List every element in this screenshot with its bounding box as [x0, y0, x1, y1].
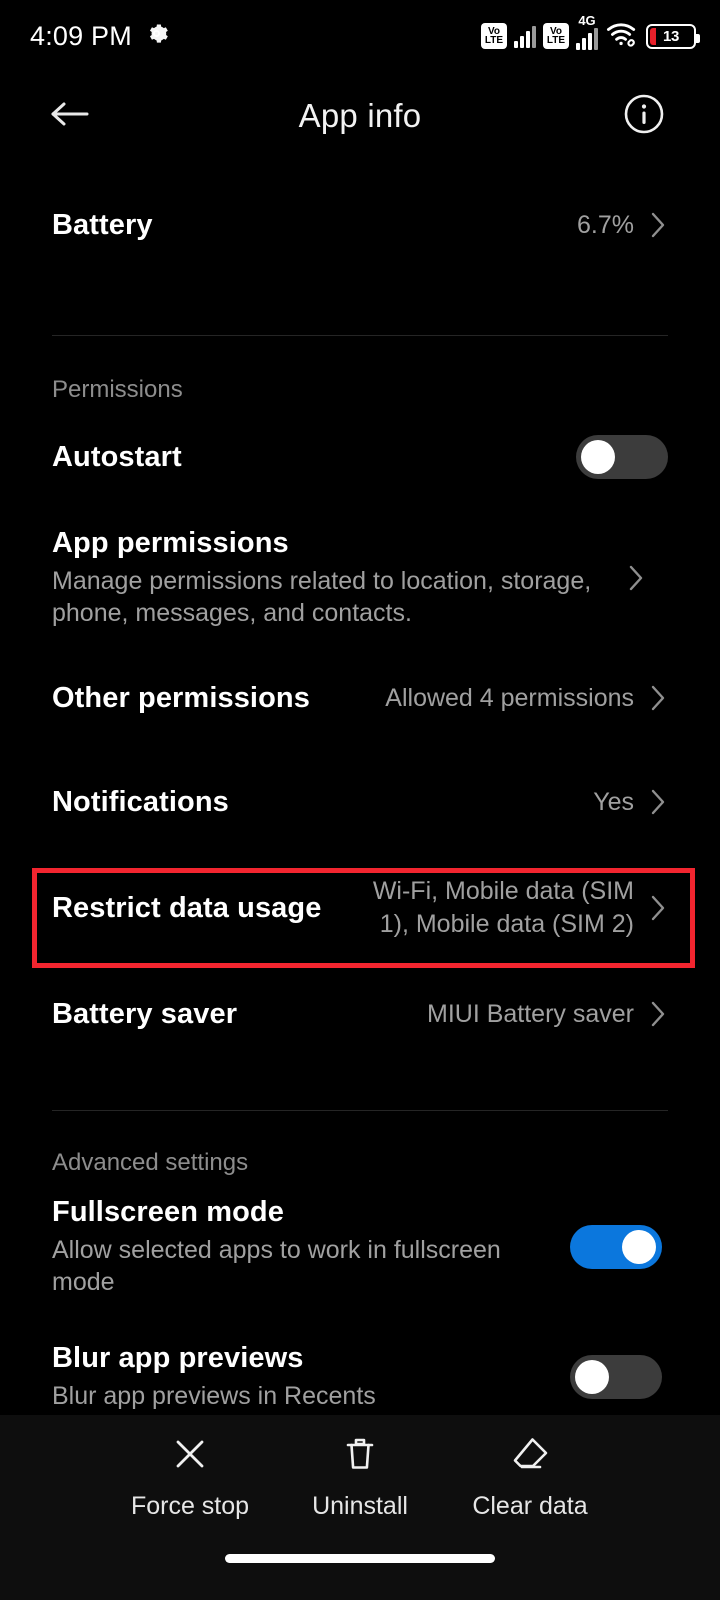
trash-icon — [340, 1434, 380, 1479]
uninstall-button[interactable]: Uninstall — [275, 1434, 445, 1521]
row-blur-app-previews-subtitle: Blur app previews in Recents — [52, 1381, 376, 1410]
row-battery-saver-value: MIUI Battery saver — [427, 999, 634, 1028]
blur-app-previews-toggle-knob — [575, 1360, 609, 1394]
force-stop-label: Force stop — [130, 1492, 250, 1520]
chevron-right-icon — [626, 563, 646, 593]
row-battery-title: Battery — [52, 208, 153, 241]
signal-bars-sim1-icon — [514, 24, 536, 48]
row-battery-saver[interactable]: Battery saver MIUI Battery saver — [0, 962, 720, 1066]
bottom-action-bar: Force stop Uninstall Clear data — [0, 1415, 720, 1600]
row-app-permissions-subtitle: Manage permissions related to location, … — [52, 566, 592, 628]
home-gesture-bar[interactable] — [225, 1554, 495, 1563]
status-bar-right: Vo LTE Vo LTE 4G 13 — [481, 14, 700, 52]
row-other-permissions-texts: Other permissions — [52, 682, 367, 715]
row-notifications[interactable]: Notifications Yes — [0, 750, 720, 854]
row-battery[interactable]: Battery 6.7% — [0, 160, 720, 290]
battery-percent-label: 13 — [662, 27, 680, 45]
app-info-screen: 4:09 PM Vo LTE Vo LTE 4G 13 App info Bat… — [0, 0, 720, 1600]
row-app-permissions-texts: App permissions Manage permissions relat… — [52, 527, 612, 630]
row-restrict-data-usage-value: Wi-Fi, Mobile data (SIM 1), Mobile data … — [372, 877, 634, 938]
row-notifications-value: Yes — [593, 787, 634, 816]
wifi-icon — [605, 21, 639, 52]
clear-data-label: Clear data — [472, 1492, 588, 1520]
info-icon — [622, 92, 666, 141]
status-bar-clock: 4:09 PM — [30, 20, 132, 51]
page-title: App info — [298, 97, 422, 134]
row-restrict-data-usage-texts: Restrict data usage — [52, 892, 326, 925]
row-notifications-title: Notifications — [52, 785, 229, 818]
row-app-permissions[interactable]: App permissions Manage permissions relat… — [0, 510, 720, 646]
fullscreen-mode-toggle[interactable] — [570, 1225, 662, 1269]
gesture-bar-area — [0, 1554, 720, 1600]
section-header-permissions: Permissions — [52, 376, 183, 403]
chevron-right-icon — [648, 787, 668, 817]
row-autostart-title: Autostart — [52, 440, 182, 473]
row-battery-value: 6.7% — [577, 210, 634, 239]
clear-data-button[interactable]: Clear data — [445, 1434, 615, 1521]
row-blur-app-previews-texts: Blur app previews Blur app previews in R… — [52, 1342, 552, 1413]
bottom-actions: Force stop Uninstall Clear data — [0, 1415, 720, 1554]
row-battery-saver-texts: Battery saver — [52, 998, 409, 1031]
row-fullscreen-mode-subtitle: Allow selected apps to work in fullscree… — [52, 1235, 501, 1297]
volte-sim1-icon: Vo LTE — [481, 23, 507, 49]
force-stop-button[interactable]: Force stop — [105, 1434, 275, 1521]
chevron-right-icon — [648, 893, 668, 923]
settings-list[interactable]: Battery 6.7% Permissions Autostart App p… — [0, 160, 720, 1600]
fullscreen-mode-toggle-knob — [622, 1230, 656, 1264]
uninstall-label: Uninstall — [312, 1492, 408, 1520]
row-blur-app-previews-title: Blur app previews — [52, 1341, 304, 1374]
status-bar: 4:09 PM Vo LTE Vo LTE 4G 13 — [0, 0, 720, 72]
chevron-right-icon — [648, 210, 668, 240]
row-fullscreen-mode-title: Fullscreen mode — [52, 1195, 284, 1228]
autostart-toggle[interactable] — [576, 435, 668, 479]
section-header-advanced-settings: Advanced settings — [52, 1149, 249, 1176]
battery-icon: 13 — [646, 23, 700, 49]
close-x-icon — [170, 1434, 210, 1479]
network-type-label: 4G — [578, 13, 596, 28]
volte-bottom-text: LTE — [484, 35, 504, 46]
chevron-right-icon — [648, 683, 668, 713]
volte-sim2-icon: Vo LTE — [543, 23, 569, 49]
signal-bars-sim2-icon — [576, 28, 598, 50]
row-notifications-texts: Notifications — [52, 786, 575, 819]
volte2-bottom-text: LTE — [546, 35, 566, 46]
row-autostart-texts: Autostart — [52, 441, 558, 474]
row-autostart[interactable]: Autostart — [0, 404, 720, 510]
autostart-toggle-knob — [581, 440, 615, 474]
row-other-permissions-title: Other permissions — [52, 681, 310, 714]
row-battery-saver-title: Battery saver — [52, 997, 238, 1030]
eraser-icon — [510, 1434, 550, 1479]
app-details-info-button[interactable] — [616, 88, 672, 144]
row-battery-texts: Battery — [52, 209, 559, 242]
battery-fill — [650, 27, 656, 45]
row-restrict-data-usage[interactable]: Restrict data usage Wi-Fi, Mobile data (… — [0, 854, 720, 962]
chevron-right-icon — [648, 999, 668, 1029]
row-fullscreen-mode[interactable]: Fullscreen mode Allow selected apps to w… — [0, 1177, 720, 1317]
network-type-indicator: 4G — [576, 14, 598, 50]
row-other-permissions-value: Allowed 4 permissions — [385, 683, 634, 712]
row-restrict-data-usage-title: Restrict data usage — [52, 891, 322, 924]
app-bar: App info — [0, 72, 720, 160]
status-bar-left: 4:09 PM — [30, 21, 169, 52]
blur-app-previews-toggle[interactable] — [570, 1355, 662, 1399]
gear-icon — [144, 21, 169, 51]
row-fullscreen-mode-texts: Fullscreen mode Allow selected apps to w… — [52, 1196, 552, 1299]
row-app-permissions-title: App permissions — [52, 526, 289, 559]
row-other-permissions[interactable]: Other permissions Allowed 4 permissions — [0, 646, 720, 750]
